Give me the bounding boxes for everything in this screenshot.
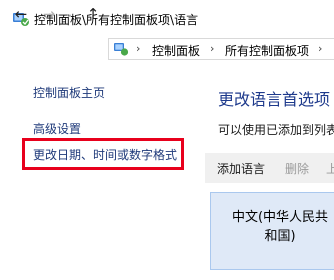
- page-title: 更改语言首选项: [218, 90, 331, 109]
- highlight-annotation: [22, 138, 184, 170]
- breadcrumb-separator: ›: [136, 42, 141, 55]
- language-name-line: 和国): [264, 229, 296, 244]
- language-name-line: 中文(中华人民共: [231, 210, 329, 225]
- breadcrumb-separator: ›: [210, 42, 215, 55]
- language-name: 中文(中华人民共 和国): [210, 208, 334, 246]
- forward-button[interactable]: →: [38, 0, 60, 28]
- delete-button[interactable]: 删除: [285, 160, 309, 177]
- sidebar-item-advanced-settings[interactable]: 高级设置: [33, 120, 81, 137]
- breadcrumb-control-panel[interactable]: 控制面板: [152, 42, 200, 59]
- add-language-button[interactable]: 添加语言: [217, 160, 265, 177]
- back-button[interactable]: ←: [10, 0, 32, 28]
- breadcrumb-all-items[interactable]: 所有控制面板项: [225, 42, 309, 59]
- up-button[interactable]: ↑: [82, 0, 104, 28]
- move-up-button[interactable]: 上: [326, 160, 334, 177]
- sidebar-item-home[interactable]: 控制面板主页: [33, 84, 105, 101]
- page-description: 可以使用已添加到列表: [218, 123, 334, 137]
- recent-locations-dropdown[interactable]: ⌄: [62, 0, 76, 28]
- control-panel-icon: [114, 43, 129, 56]
- breadcrumb-separator: ›: [318, 42, 323, 55]
